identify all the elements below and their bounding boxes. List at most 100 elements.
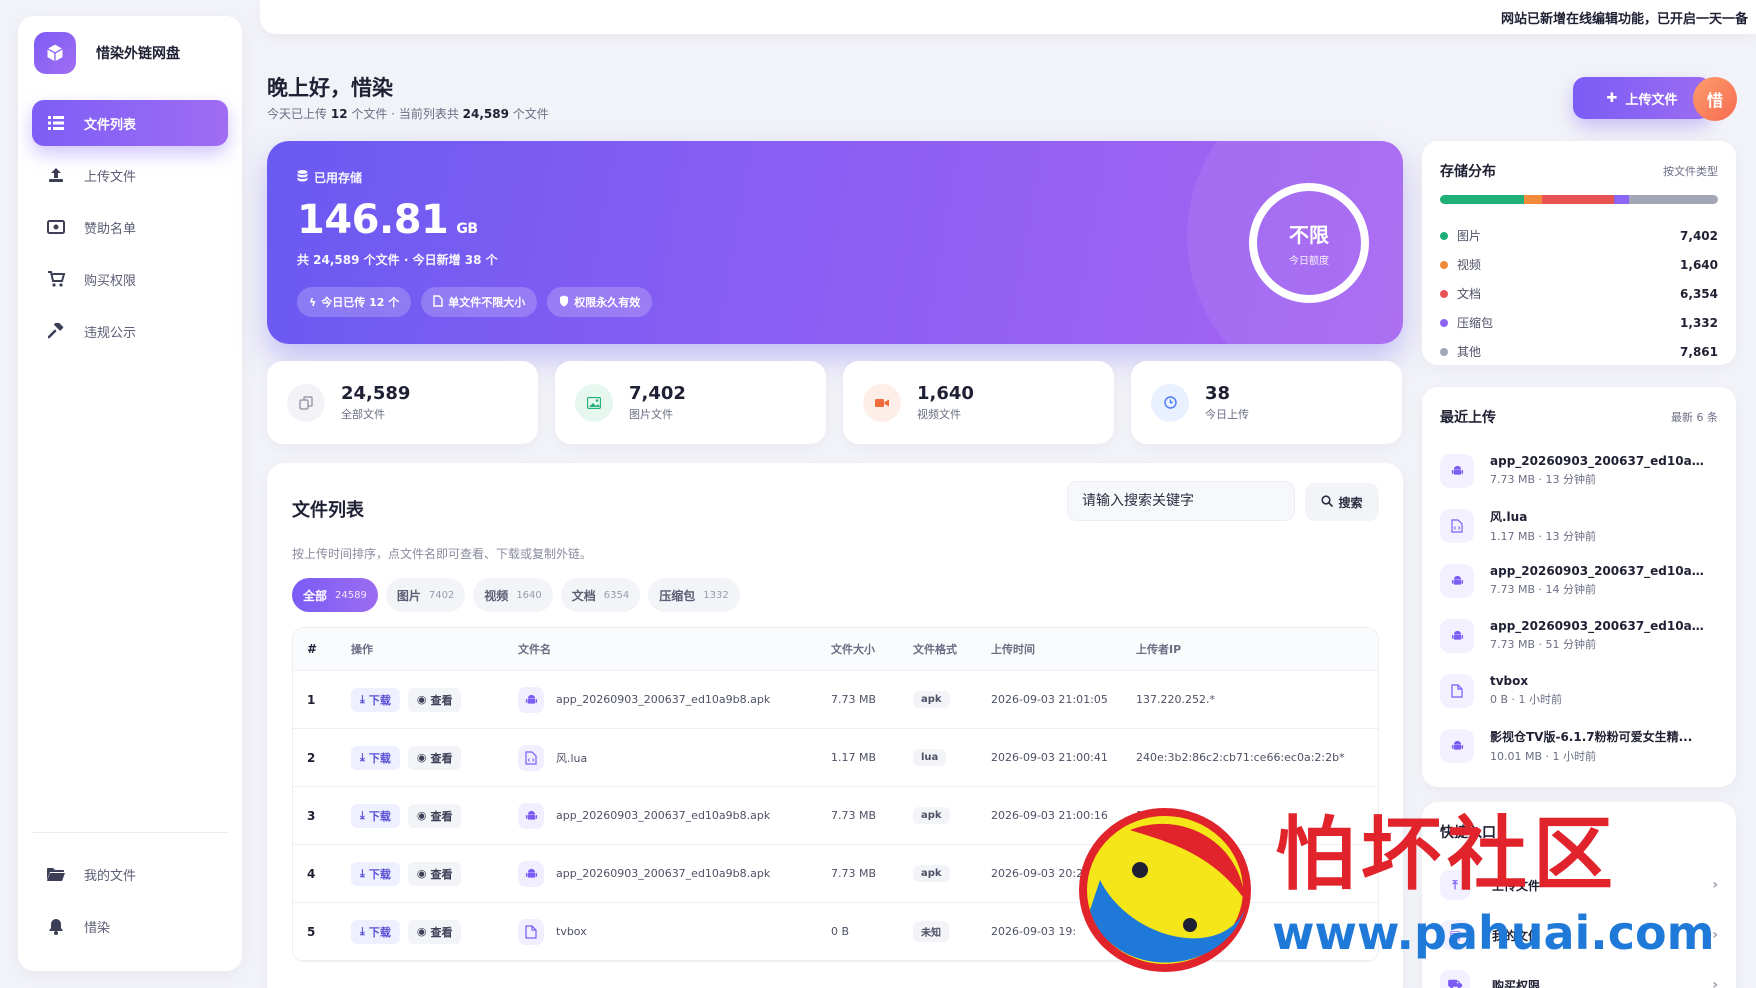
file-name-cell[interactable]: app_20260903_200637_ed10a9b8.apk xyxy=(518,686,831,713)
recent-file-name: 影视仓TV版-6.1.7粉粉可爱女生精... xyxy=(1490,729,1693,744)
row-actions: ⤓ 下载 ◉ 查看 xyxy=(351,745,518,770)
chevron-right-icon: › xyxy=(1712,927,1718,943)
file-name-cell[interactable]: app_20260903_200637_ed10a9b8.apk xyxy=(518,802,831,829)
quota-ring: 不限 今日额度 xyxy=(1249,183,1369,303)
android-icon xyxy=(518,860,544,887)
storage-subtitle: 共 24,589 个文件 · 今日新增 38 个 xyxy=(297,253,498,267)
file-outline-icon xyxy=(433,294,443,310)
search-icon xyxy=(1321,494,1334,510)
sidebar-item-my-files[interactable]: 我的文件 xyxy=(32,851,228,897)
pill-permanent: 权限永久有效 xyxy=(547,287,653,317)
sidebar-item-file-list[interactable]: 文件列表 xyxy=(32,100,228,146)
recent-item[interactable]: 风.lua 1.17 MB · 13 分钟前 xyxy=(1440,498,1718,553)
quick-entry-item[interactable]: ⛟ 购买权限 › xyxy=(1440,960,1718,988)
sidebar-item-label: 惜染 xyxy=(84,920,111,936)
legend-value: 7,402 xyxy=(1680,228,1718,243)
download-button[interactable]: ⤓ 下载 xyxy=(351,745,400,770)
quota-value: 不限 xyxy=(1289,223,1329,247)
upload-file-button[interactable]: ✚ 上传文件 xyxy=(1573,77,1711,119)
chevron-right-icon: › xyxy=(1712,877,1718,893)
brand[interactable]: 惜染外链网盘 xyxy=(18,16,242,90)
distribution-legend: 图片 7,402 视频 1,640 文档 6,354 压缩包 1,332 其他 7,861 xyxy=(1440,221,1718,366)
stat-card-all-files: 24,589 全部文件 xyxy=(267,361,538,444)
file-name[interactable]: 风.lua xyxy=(556,750,587,766)
download-button[interactable]: ⤓ 下载 xyxy=(351,687,400,712)
notice-text: 网站已新增在线编辑功能，已开启一天一备 xyxy=(1500,11,1748,27)
file-name[interactable]: tvbox xyxy=(556,925,587,938)
tab-all[interactable]: 全部 24589 xyxy=(292,578,378,612)
tab-videos[interactable]: 视频 1640 xyxy=(473,578,553,612)
column-header: 文件名 xyxy=(518,643,551,656)
sidebar-item-violations[interactable]: 违规公示 xyxy=(32,308,228,354)
pill-label: 权限永久有效 xyxy=(574,296,641,309)
sidebar-item-label: 文件列表 xyxy=(84,117,137,133)
sidebar-item-upload[interactable]: 上传文件 xyxy=(32,152,228,198)
row-number: 1 xyxy=(307,692,316,707)
distribution-bar xyxy=(1440,195,1718,204)
storage-used-value: 146.81 GB xyxy=(297,197,478,243)
tab-documents[interactable]: 文档 6354 xyxy=(560,578,641,612)
avatar[interactable]: 惜 xyxy=(1693,77,1737,121)
file-format-badge: 未知 xyxy=(913,921,949,942)
column-header: # xyxy=(307,642,318,656)
recent-file-name: 风.lua xyxy=(1490,509,1528,524)
recent-file-name: app_20260903_200637_ed10a9b8... xyxy=(1490,454,1712,468)
recent-item[interactable]: tvbox 0 B · 1 小时前 xyxy=(1440,663,1718,718)
file-format-cell: apk xyxy=(913,807,991,824)
pill-label: 今日已传 12 个 xyxy=(321,296,400,309)
table-row: 5 ⤓ 下载 ◉ 查看 tvbox 0 B 未知 2026-09-03 19: xyxy=(293,903,1378,961)
row-actions: ⤓ 下载 ◉ 查看 xyxy=(351,687,518,712)
copy-icon xyxy=(287,383,325,422)
search-button[interactable]: 搜索 xyxy=(1305,483,1379,521)
download-button[interactable]: ⤓ 下载 xyxy=(351,803,400,828)
distribution-segment xyxy=(1629,195,1718,204)
column-header: 上传者IP xyxy=(1136,643,1182,656)
download-button[interactable]: ⤓ 下载 xyxy=(351,919,400,944)
recent-item[interactable]: app_20260903_200637_ed10a9b8... 7.73 MB ·… xyxy=(1440,553,1718,608)
card-meta: 最新 6 条 xyxy=(1671,411,1718,424)
legend-item: 其他 7,861 xyxy=(1440,337,1718,366)
recent-uploads-card: 最近上传 最新 6 条 app_20260903_200637_ed10a9b8… xyxy=(1422,387,1736,787)
recent-item[interactable]: app_20260903_200637_ed10a9b8... 7.73 MB ·… xyxy=(1440,608,1718,663)
file-name[interactable]: app_20260903_200637_ed10a9b8.apk xyxy=(556,867,770,880)
sidebar-item-buy[interactable]: 购买权限 xyxy=(32,256,228,302)
file-name[interactable]: app_20260903_200637_ed10a9b8.apk xyxy=(556,809,770,822)
view-label: 查看 xyxy=(430,693,453,707)
quick-entry-item[interactable]: ⤒ 上传文件 › xyxy=(1440,860,1718,910)
notice-bar: 网站已新增在线编辑功能，已开启一天一备 xyxy=(260,0,1756,34)
uploader-ip: 240e:3b2:86c2:cb71:ce66:ec0a:2:2b* xyxy=(1136,751,1345,764)
table-body: 1 ⤓ 下载 ◉ 查看 app_20260903_200637_ed10a9b8.apk 7… xyxy=(293,671,1378,961)
download-label: 下载 xyxy=(368,867,391,881)
legend-label: 其他 xyxy=(1457,345,1482,359)
column-header: 文件格式 xyxy=(913,643,957,656)
view-button[interactable]: ◉ 查看 xyxy=(407,919,462,944)
file-name-cell[interactable]: tvbox xyxy=(518,918,831,945)
quota-label: 今日额度 xyxy=(1289,256,1329,267)
file-size: 1.17 MB xyxy=(831,751,877,764)
greeting-subtitle: 今天已上传 12 个文件 · 当前列表共 24,589 个文件 xyxy=(267,105,549,122)
upload-time: 2026-09-03 21:00:41 xyxy=(991,751,1108,764)
file-format-cell: lua xyxy=(913,749,991,766)
recent-item[interactable]: 影视仓TV版-6.1.7粉粉可爱女生精... 10.01 MB · 1 小时前 xyxy=(1440,718,1718,773)
shield-icon xyxy=(559,295,569,310)
view-button[interactable]: ◉ 查看 xyxy=(407,745,462,770)
search-input[interactable] xyxy=(1067,481,1295,521)
tab-archives[interactable]: 压缩包 1332 xyxy=(648,578,740,612)
file-name-cell[interactable]: 风.lua xyxy=(518,744,831,771)
download-button[interactable]: ⤓ 下载 xyxy=(351,861,400,886)
recent-file-meta: 0 B · 1 小时前 xyxy=(1490,693,1563,706)
folder-icon xyxy=(46,867,66,881)
quick-entry-item[interactable]: ▤ 我的文件 › xyxy=(1440,910,1718,960)
recent-item[interactable]: app_20260903_200637_ed10a9b8... 7.73 MB ·… xyxy=(1440,443,1718,498)
file-name-cell[interactable]: app_20260903_200637_ed10a9b8.apk xyxy=(518,860,831,887)
sidebar-item-user[interactable]: 惜染 xyxy=(32,903,228,949)
file-name[interactable]: app_20260903_200637_ed10a9b8.apk xyxy=(556,693,770,706)
tab-images[interactable]: 图片 7402 xyxy=(385,578,466,612)
recent-file-meta: 10.01 MB · 1 小时前 xyxy=(1490,749,1597,763)
view-button[interactable]: ◉ 查看 xyxy=(407,803,462,828)
legend-dot xyxy=(1440,347,1448,356)
view-button[interactable]: ◉ 查看 xyxy=(407,687,462,712)
sidebar-item-sponsors[interactable]: 赞助名单 xyxy=(32,204,228,250)
view-button[interactable]: ◉ 查看 xyxy=(407,861,462,886)
recent-file-meta: 7.73 MB · 13 分钟前 xyxy=(1490,473,1597,486)
